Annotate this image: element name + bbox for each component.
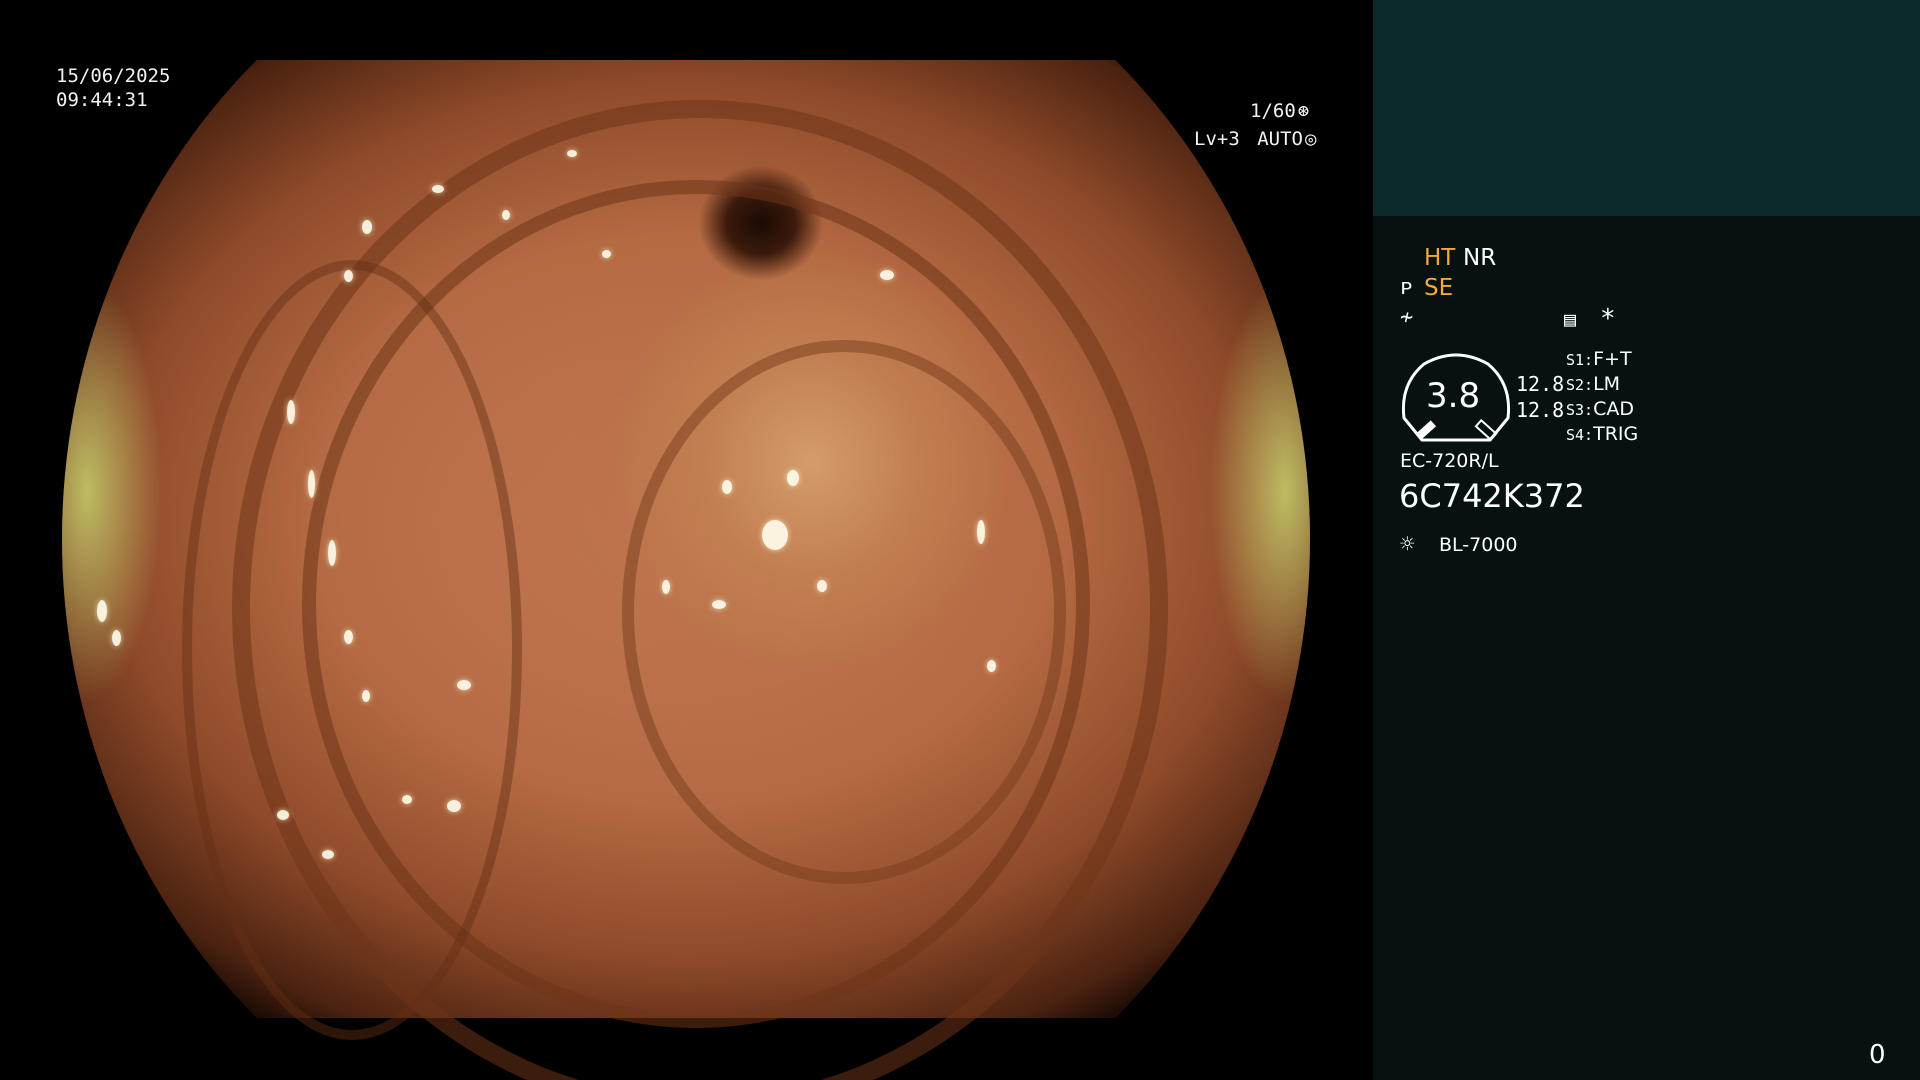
specular-highlight	[402, 795, 412, 804]
specular-highlight	[502, 210, 510, 220]
iris-mode: AUTO	[1257, 128, 1303, 150]
mode-nr: NR	[1463, 245, 1497, 271]
specular-highlight	[987, 660, 996, 672]
specular-highlight	[447, 800, 461, 812]
shutter-speed-value: 1/60	[1250, 100, 1296, 122]
enhance-icon: ᴘ	[1400, 275, 1414, 300]
switch-key: S1:	[1566, 351, 1594, 369]
mucosal-fold	[622, 340, 1066, 884]
light-source: BL-7000	[1439, 534, 1518, 556]
specular-highlight	[287, 400, 295, 424]
mucosal-fold	[182, 260, 522, 1040]
specular-highlight	[277, 810, 289, 820]
specular-highlight	[602, 250, 611, 258]
specular-highlight	[322, 850, 334, 859]
info-panel-header-block	[1373, 0, 1920, 216]
switch-row: S2:LM	[1566, 373, 1620, 395]
specular-highlight	[712, 600, 726, 609]
scope-model: EC-720R/L	[1400, 450, 1499, 472]
specular-highlight	[112, 630, 121, 646]
frame-counter: 0	[1869, 1040, 1886, 1070]
specular-highlight	[328, 540, 336, 566]
switch-value: F+T	[1593, 348, 1632, 370]
iris-gauge-needle-right	[1474, 418, 1498, 442]
specular-highlight	[344, 270, 353, 282]
switch-value: LM	[1593, 373, 1621, 395]
specular-highlight	[97, 600, 107, 622]
specular-highlight	[432, 185, 444, 193]
mode-se: SE	[1424, 275, 1454, 301]
shutter-speed: 1/60 ⊛	[1250, 99, 1309, 123]
endoscopy-screen: 15/06/2025 09:44:31 1/60 ⊛ Lv+3 AUTO ◎ HT …	[0, 0, 1920, 1080]
shutter-icon: ⊛	[1297, 100, 1310, 122]
mode-ht: HT	[1424, 245, 1456, 271]
light-source-icon: ☼	[1400, 530, 1415, 558]
specular-highlight	[880, 270, 894, 280]
specular-highlight	[362, 690, 370, 702]
info-panel: HT NR ᴘ SE ≁ ▤ * 3.8 12.8 12.8 S1:F+T S2…	[1373, 0, 1920, 1080]
switch-value: TRIG	[1593, 423, 1639, 445]
specular-highlight	[977, 520, 985, 544]
specular-highlight	[362, 220, 372, 234]
iris-gauge-needle-left	[1415, 420, 1437, 440]
memory-card-icon: ▤	[1564, 307, 1577, 331]
scope-serial: 6C742K372	[1399, 477, 1585, 515]
specular-highlight	[787, 470, 799, 486]
side-value-upper: 12.8	[1516, 372, 1565, 396]
switch-row: S1:F+T	[1566, 348, 1632, 370]
specular-highlight	[567, 150, 577, 157]
endoscopic-image	[62, 60, 1310, 1080]
exam-date: 15/06/2025	[56, 65, 171, 87]
brightness-level-value: Lv+3	[1194, 128, 1240, 150]
specular-highlight	[722, 480, 732, 494]
specular-highlight	[817, 580, 827, 592]
specular-highlight	[457, 680, 471, 690]
switch-row: S4:TRIG	[1566, 423, 1638, 445]
capture-marker: *	[1600, 304, 1616, 334]
switch-value: CAD	[1593, 398, 1634, 420]
specular-highlight	[762, 520, 788, 550]
switch-row: S3:CAD	[1566, 398, 1634, 420]
switch-key: S3:	[1566, 401, 1594, 419]
exam-time: 09:44:31	[56, 89, 148, 111]
sharpness-icon: ≁	[1400, 305, 1414, 330]
specular-highlight	[308, 470, 315, 498]
specular-highlight	[344, 630, 353, 644]
switch-key: S4:	[1566, 426, 1594, 444]
side-value-lower: 12.8	[1516, 398, 1565, 422]
specular-highlight	[662, 580, 670, 594]
iris-icon: ◎	[1304, 128, 1317, 150]
gauge-value: 3.8	[1426, 376, 1481, 416]
switch-key: S2:	[1566, 376, 1594, 394]
brightness-level: Lv+3 AUTO ◎	[1194, 127, 1316, 151]
